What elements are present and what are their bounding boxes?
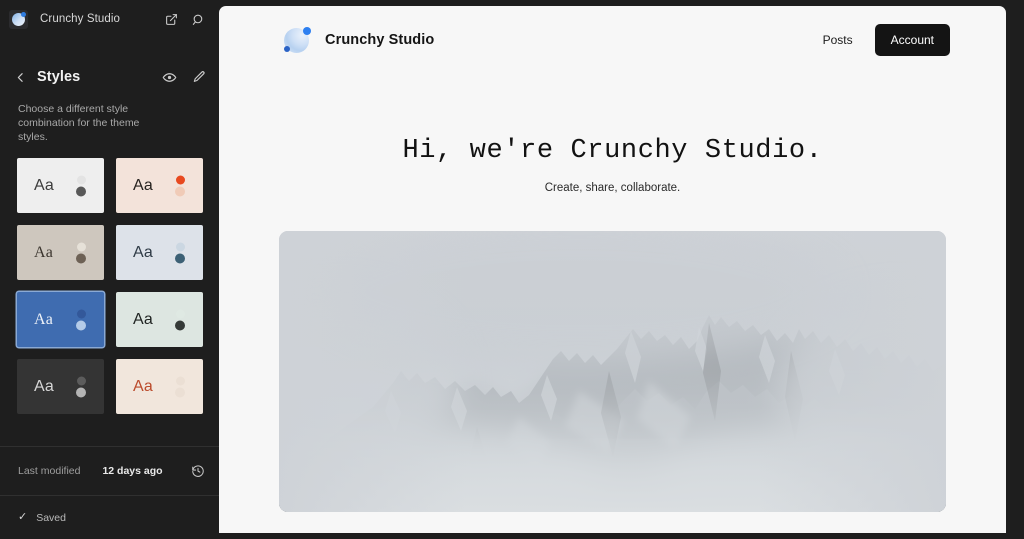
account-button[interactable]: Account (874, 24, 950, 56)
style-swatch[interactable]: Aa (17, 158, 104, 213)
style-swatch-label: Aa (34, 243, 54, 261)
chevron-left-icon[interactable] (10, 67, 30, 87)
style-swatch-label: Aa (34, 176, 54, 194)
hero-subtitle: Create, share, collaborate. (544, 182, 681, 194)
style-swatch-label: Aa (133, 243, 153, 261)
style-swatch-label: Aa (133, 310, 153, 328)
style-swatch-dot-bottom (175, 253, 185, 263)
last-modified-row: Last modified 12 days ago (0, 446, 219, 495)
page-title: Styles (37, 69, 81, 85)
style-swatch-dot-top (175, 309, 185, 318)
style-swatch[interactable]: Aa (17, 292, 104, 347)
style-swatch-color-dots (175, 309, 185, 330)
style-swatch-dot-top (175, 242, 185, 251)
style-book-eye-icon[interactable] (161, 69, 178, 86)
style-swatch-dot-top (76, 242, 86, 251)
crunchy-logo-icon (282, 25, 312, 55)
style-swatch[interactable]: Aa (116, 359, 203, 414)
style-swatch-dot-bottom (76, 320, 86, 330)
style-swatch-color-dots (175, 175, 185, 196)
style-swatch-label: Aa (34, 310, 54, 328)
styles-sidebar: Crunchy Studio Styles Choose a different… (0, 0, 219, 539)
style-swatch-dot-top (76, 175, 86, 184)
style-swatch-dot-top (76, 309, 86, 318)
check-icon: ✓ (18, 511, 28, 523)
styles-panel-actions (161, 69, 207, 86)
style-swatch-dot-bottom (76, 253, 86, 263)
edit-pencil-icon[interactable] (190, 69, 207, 86)
preview-brand[interactable]: Crunchy Studio (282, 25, 434, 55)
last-modified-label: Last modified (18, 465, 81, 477)
crunchy-logo-icon (9, 9, 28, 29)
style-swatch[interactable]: Aa (116, 225, 203, 280)
saved-status-bar: ✓ Saved (0, 495, 219, 539)
last-modified-value: 12 days ago (102, 465, 163, 477)
style-swatch-color-dots (175, 376, 185, 397)
editor-window: Crunchy Studio Styles Choose a different… (0, 0, 1024, 539)
app-header-actions (163, 11, 207, 28)
style-swatch-label: Aa (133, 377, 153, 395)
style-swatch-dot-bottom (175, 320, 185, 330)
styles-description: Choose a different style combination for… (18, 103, 140, 143)
history-clock-icon[interactable] (191, 464, 205, 478)
style-swatch-dot-bottom (175, 186, 185, 196)
style-swatch-dot-top (76, 376, 86, 385)
hero-image (279, 231, 946, 512)
style-swatch-dot-top (175, 175, 185, 184)
style-swatch-color-dots (76, 309, 86, 330)
preview-site-name: Crunchy Studio (325, 32, 435, 48)
style-swatch-dot-bottom (76, 387, 86, 397)
style-swatch-dot-bottom (175, 387, 185, 397)
status-badge: Saved (36, 511, 66, 524)
style-swatch[interactable]: Aa (17, 225, 104, 280)
site-preview-canvas[interactable]: Crunchy Studio Posts Account Hi, we're C… (219, 6, 1006, 533)
style-swatch-dot-bottom (76, 186, 86, 196)
external-link-icon[interactable] (163, 11, 180, 28)
style-swatch[interactable]: Aa (17, 359, 104, 414)
style-swatch-color-dots (175, 242, 185, 263)
style-swatch-grid: Aa Aa Aa Aa Aa Aa Aa Aa (0, 158, 219, 414)
preview-nav: Posts Account (819, 24, 950, 56)
preview-site-header: Crunchy Studio Posts Account (219, 6, 1006, 74)
styles-panel-header: Styles (0, 56, 219, 98)
style-swatch-label: Aa (133, 176, 153, 194)
style-swatch-label: Aa (34, 377, 54, 395)
style-swatch-color-dots (76, 175, 86, 196)
style-swatch-color-dots (76, 376, 86, 397)
hero-title: Hi, we're Crunchy Studio. (402, 136, 823, 166)
preview-hero: Hi, we're Crunchy Studio. Create, share,… (219, 74, 1006, 194)
style-swatch-color-dots (76, 242, 86, 263)
style-swatch-dot-top (175, 376, 185, 385)
app-header: Crunchy Studio (0, 0, 219, 38)
style-swatch[interactable]: Aa (116, 292, 203, 347)
app-title: Crunchy Studio (40, 13, 121, 25)
style-swatch[interactable]: Aa (116, 158, 203, 213)
search-icon[interactable] (190, 11, 207, 28)
nav-link-posts[interactable]: Posts (819, 31, 857, 49)
